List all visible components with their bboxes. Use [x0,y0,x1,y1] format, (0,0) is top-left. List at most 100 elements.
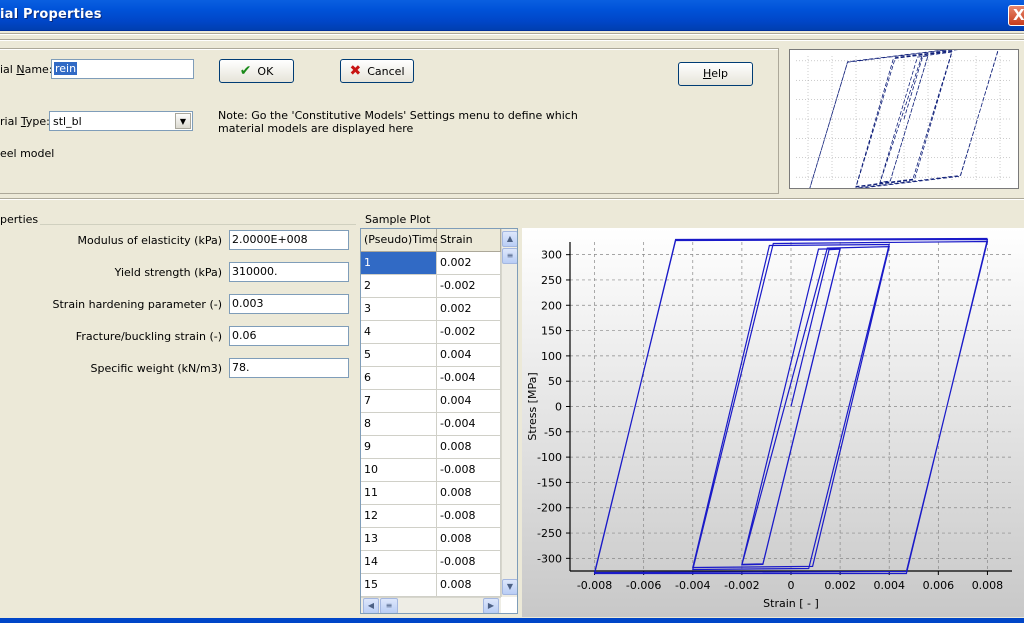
grid-cell-time[interactable]: 9 [361,436,437,459]
yield-strength-input[interactable]: 310000. [229,262,349,282]
grid-cell-time[interactable]: 8 [361,413,437,436]
grid-cell-time[interactable]: 5 [361,344,437,367]
y-tick-label: 250 [541,274,562,287]
grid-cell-strain[interactable]: -0.008 [437,551,501,574]
properties-group-border [0,224,356,225]
y-tick-label: -50 [544,426,562,439]
grid-cell-time[interactable]: 6 [361,367,437,390]
modulus-input[interactable]: 2.0000E+008 [229,230,349,250]
grid-cell-time[interactable]: 3 [361,298,437,321]
grid-cell-strain[interactable]: 0.008 [437,482,501,505]
material-type-select[interactable]: stl_bl ▼ [49,111,193,131]
grid-cell-time[interactable]: 12 [361,505,437,528]
grid-cell-strain[interactable]: -0.004 [437,413,501,436]
grid-header-time[interactable]: (Pseudo)Time [361,229,439,252]
x-axis-label: Strain [ - ] [763,597,819,610]
strain-history-grid[interactable]: (Pseudo)Time Strain 1 0.002 2 -0.002 3 0.002 4… [360,228,518,614]
window-title: ial Properties [0,7,102,22]
x-tick-label: 0.002 [824,579,856,592]
grid-header-strain[interactable]: Strain [437,229,501,252]
x-tick-label: 0.008 [972,579,1004,592]
prop-label-modulus: Modulus of elasticity (kPa) [77,234,222,247]
y-tick-label: -200 [537,502,562,515]
grid-cell-strain[interactable]: 0.008 [437,528,501,551]
specific-weight-value: 78. [232,361,250,374]
grid-cell-strain[interactable]: -0.008 [437,459,501,482]
model-caption: eel model [0,147,55,160]
ok-button[interactable]: ✔ OK [219,59,294,83]
grid-cell-time[interactable]: 15 [361,574,437,597]
grid-cell-strain[interactable]: -0.008 [437,505,501,528]
yield-strength-value: 310000. [232,265,278,278]
scroll-up-icon[interactable]: ▲ [502,231,517,247]
y-tick-label: -300 [537,552,562,565]
material-name-input[interactable]: rein [51,59,194,79]
prop-label-hardening: Strain hardening parameter (-) [52,298,222,311]
stress-strain-chart: -300 -250 -200 -150 -100 -50 0 50 100 150 200 250 30… [522,228,1024,617]
chart-svg: -300 -250 -200 -150 -100 -50 0 50 100 150 200 250 30… [522,228,1024,617]
title-bar: ial Properties X [0,0,1024,31]
scroll-thumb[interactable]: ≡ [502,248,517,264]
grid-cell-strain[interactable]: -0.002 [437,321,501,344]
grid-cell-strain[interactable]: 0.004 [437,390,501,413]
grid-cell-time[interactable]: 14 [361,551,437,574]
x-tick-label: -0.008 [577,579,612,592]
x-tick-label: 0.006 [923,579,955,592]
grid-vertical-scrollbar[interactable]: ▲ ≡ ▼ [501,229,517,597]
scroll-right-icon[interactable]: ▶ [483,598,499,613]
sample-plot-group-title: Sample Plot [363,213,433,226]
cancel-button[interactable]: ✖ Cancel [340,59,414,83]
grid-cell-time[interactable]: 10 [361,459,437,482]
y-tick-label: 50 [548,375,562,388]
type-label: rial Type: [0,115,50,128]
grid-cell-strain[interactable]: 0.004 [437,344,501,367]
material-type-value: stl_bl [53,115,82,128]
grid-cell-time[interactable]: 13 [361,528,437,551]
note-line-1: Note: Go the 'Constitutive Models' Setti… [218,109,578,122]
hardening-value: 0.003 [232,297,264,310]
prop-label-fracture: Fracture/buckling strain (-) [75,330,222,343]
grid-cell-time[interactable]: 1 [361,252,437,275]
grid-cell-strain[interactable]: -0.004 [437,367,501,390]
x-tick-label: -0.002 [724,579,759,592]
grid-cell-time[interactable]: 11 [361,482,437,505]
preview-thumbnail [789,42,1019,195]
grid-cell-strain[interactable]: 0.008 [437,574,501,597]
section-separator [0,198,1024,200]
fracture-strain-input[interactable]: 0.06 [229,326,349,346]
hardening-input[interactable]: 0.003 [229,294,349,314]
chevron-down-icon[interactable]: ▼ [175,113,191,129]
specific-weight-input[interactable]: 78. [229,358,349,378]
y-tick-label: -250 [537,527,562,540]
menu-separator [0,33,1024,35]
y-axis-label: Stress [MPa] [526,372,539,440]
close-button[interactable]: X [1008,5,1024,26]
y-tick-label: -150 [537,476,562,489]
name-label: ial Name: [0,63,53,76]
grid-cell-time[interactable]: 4 [361,321,437,344]
cancel-x-icon: ✖ [349,63,362,79]
scroll-down-icon[interactable]: ▼ [502,579,517,595]
grid-cell-time[interactable]: 2 [361,275,437,298]
x-tick-label: 0.004 [873,579,905,592]
y-tick-label: -100 [537,451,562,464]
hscroll-thumb[interactable]: ≡ [380,598,398,613]
fracture-strain-value: 0.06 [232,329,257,342]
grid-cell-strain[interactable]: 0.002 [437,252,501,275]
grid-cell-strain[interactable]: 0.002 [437,298,501,321]
prop-label-weight: Specific weight (kN/m3) [90,362,223,375]
y-tick-label: 200 [541,299,562,312]
toolbar-separator [0,39,1024,41]
y-tick-label: 100 [541,350,562,363]
scroll-left-icon[interactable]: ◀ [363,598,379,613]
help-button[interactable]: Help [678,62,753,86]
checkmark-icon: ✔ [239,63,252,79]
y-tick-label: 0 [555,401,562,414]
preview-hysteresis-plot [796,42,1012,195]
modulus-value: 2.0000E+008 [232,233,308,246]
grid-cell-time[interactable]: 7 [361,390,437,413]
prop-label-yield: Yield strength (kPa) [114,266,222,279]
grid-cell-strain[interactable]: -0.002 [437,275,501,298]
grid-horizontal-scrollbar[interactable]: ◀ ≡ ▶ [361,597,501,613]
grid-cell-strain[interactable]: 0.008 [437,436,501,459]
